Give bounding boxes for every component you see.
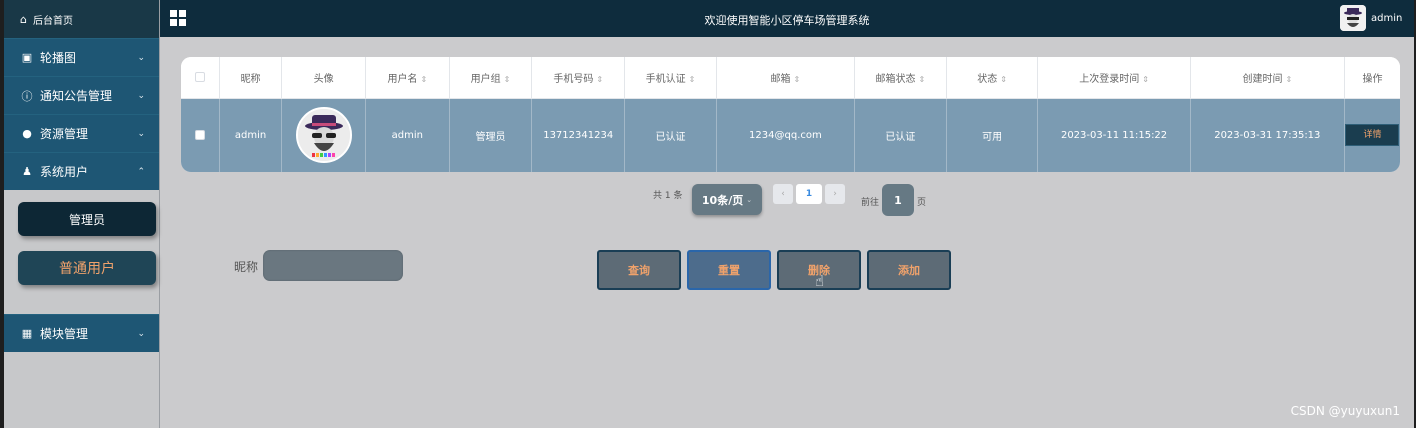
- prev-page-button[interactable]: ‹: [773, 184, 793, 204]
- select-all-cell: [181, 57, 220, 99]
- nickname-search-input[interactable]: [263, 250, 403, 281]
- column-header[interactable]: 手机号码 ⇕: [531, 57, 626, 99]
- sidebar-item-label: 轮播图: [40, 51, 77, 65]
- sort-icon: ⇕: [1000, 74, 1007, 84]
- sort-icon: ⇕: [1142, 74, 1149, 84]
- goto-label: 前往: [861, 198, 880, 208]
- column-header[interactable]: 状态 ⇕: [946, 57, 1039, 99]
- sort-icon: ⇕: [918, 74, 926, 84]
- table-row[interactable]: admin admin 管理员 13712341234 已认证 1234@qq.…: [181, 98, 1400, 172]
- top-bar: 欢迎使用智能小区停车场管理系统 admin: [160, 0, 1414, 37]
- sort-icon: ⇕: [793, 74, 801, 84]
- table-header-row: 昵称 头像 用户名 ⇕ 用户组 ⇕ 手机号码 ⇕ 手机认证 ⇕ 邮箱 ⇕ 邮箱状态 ⇕ 状态…: [181, 57, 1400, 99]
- sidebar-item-label: 模块管理: [40, 327, 89, 341]
- username[interactable]: admin: [1371, 13, 1402, 24]
- cell-email-status: 已认证: [854, 98, 947, 172]
- goto-page-input[interactable]: 1: [882, 184, 914, 216]
- sidebar-item-modules[interactable]: ▦ 模块管理 ⌄: [4, 314, 159, 352]
- sidebar-item-notices[interactable]: ⓘ 通知公告管理 ⌄: [4, 76, 159, 114]
- info-icon: ⓘ: [21, 89, 33, 103]
- cell-last-login: 2023-03-11 11:15:22: [1037, 98, 1191, 172]
- chevron-down-icon: ⌄: [746, 195, 753, 204]
- hand-cursor-icon: ☝: [815, 272, 825, 290]
- sidebar-item-label: 通知公告管理: [40, 89, 113, 103]
- sidebar-submenu: 管理员 普通用户: [4, 190, 159, 314]
- sidebar-item-home[interactable]: ⌂ 后台首页: [4, 0, 159, 38]
- cell-nickname: admin: [219, 98, 283, 172]
- column-header[interactable]: 用户名 ⇕: [365, 57, 450, 99]
- reset-button[interactable]: 重置: [687, 250, 771, 290]
- chevron-down-icon: ⌄: [137, 52, 145, 63]
- total-count: 共 1 条: [653, 191, 683, 201]
- sidebar-item-label: 后台首页: [32, 15, 73, 27]
- sort-icon: ⇕: [503, 74, 511, 84]
- column-header: 操作: [1344, 57, 1400, 99]
- page-number-button[interactable]: 1: [796, 184, 822, 204]
- sort-icon: ⇕: [688, 74, 696, 84]
- sort-icon: ⇕: [420, 74, 428, 84]
- column-header[interactable]: 邮箱状态 ⇕: [854, 57, 947, 99]
- sort-icon: ⇕: [596, 74, 604, 84]
- pagination: 共 1 条 10条/页 ⌄ ‹ 1 › 前往 1 页: [640, 184, 940, 216]
- cell-email: 1234@qq.com: [716, 98, 855, 172]
- chevron-up-icon: ⌃: [137, 166, 145, 177]
- column-header[interactable]: 邮箱 ⇕: [716, 57, 855, 99]
- cell-group: 管理员: [449, 98, 533, 172]
- sidebar-subitem-normal-user[interactable]: 普通用户: [18, 251, 156, 285]
- page-size-select[interactable]: 10条/页 ⌄: [692, 184, 762, 215]
- cell-action: 详情: [1344, 98, 1400, 172]
- cell-status: 可用: [946, 98, 1039, 172]
- column-header: 头像: [281, 57, 366, 99]
- cell-created: 2023-03-31 17:35:13: [1190, 98, 1345, 172]
- page-unit-label: 页: [917, 198, 927, 208]
- query-button[interactable]: 查询: [597, 250, 681, 290]
- avatar[interactable]: [1340, 5, 1366, 31]
- image-icon: ▣: [21, 51, 33, 64]
- user-avatar-image: [295, 107, 352, 164]
- column-header[interactable]: 创建时间 ⇕: [1190, 57, 1345, 99]
- cell-username: admin: [365, 98, 450, 172]
- sidebar-subitem-admin[interactable]: 管理员: [18, 202, 156, 236]
- sidebar-item-label: 系统用户: [40, 165, 89, 179]
- grid-icon: ▦: [21, 327, 33, 340]
- row-select-cell: [181, 98, 220, 172]
- cell-avatar: [281, 98, 366, 172]
- chevron-down-icon: ⌄: [137, 328, 145, 339]
- column-header[interactable]: 手机认证 ⇕: [624, 57, 717, 99]
- sidebar-item-resources[interactable]: ● 资源管理 ⌄: [4, 114, 159, 152]
- watermark: CSDN @yuyuxun1: [1290, 404, 1400, 418]
- column-header: 昵称: [219, 57, 283, 99]
- nickname-label: 昵称: [234, 260, 259, 274]
- cell-phone: 13712341234: [531, 98, 626, 172]
- next-page-button[interactable]: ›: [825, 184, 845, 204]
- add-button[interactable]: 添加: [867, 250, 951, 290]
- sort-icon: ⇕: [1285, 74, 1293, 84]
- user-icon: ♟: [22, 165, 32, 178]
- location-icon: ●: [22, 127, 32, 140]
- cell-phone-verified: 已认证: [624, 98, 717, 172]
- home-icon: ⌂: [20, 12, 27, 26]
- sidebar-item-label: 资源管理: [40, 127, 89, 141]
- row-checkbox[interactable]: [194, 129, 205, 140]
- sidebar-item-carousel[interactable]: ▣ 轮播图 ⌄: [4, 38, 159, 76]
- sidebar: ⌂ 后台首页 ▣ 轮播图 ⌄ ⓘ 通知公告管理 ⌄ ● 资源管理 ⌄ ♟ 系统用…: [4, 0, 160, 428]
- select-all-checkbox[interactable]: [194, 71, 205, 82]
- chevron-down-icon: ⌄: [137, 128, 145, 139]
- user-table: 昵称 头像 用户名 ⇕ 用户组 ⇕ 手机号码 ⇕ 手机认证 ⇕ 邮箱 ⇕ 邮箱状态 ⇕ 状态…: [181, 57, 1400, 172]
- detail-button[interactable]: 详情: [1345, 124, 1400, 147]
- chevron-down-icon: ⌄: [137, 90, 145, 101]
- sidebar-item-system-users[interactable]: ♟ 系统用户 ⌃: [4, 152, 159, 190]
- column-header[interactable]: 用户组 ⇕: [449, 57, 533, 99]
- page-title: 欢迎使用智能小区停车场管理系统: [704, 14, 870, 27]
- column-header[interactable]: 上次登录时间 ⇕: [1037, 57, 1191, 99]
